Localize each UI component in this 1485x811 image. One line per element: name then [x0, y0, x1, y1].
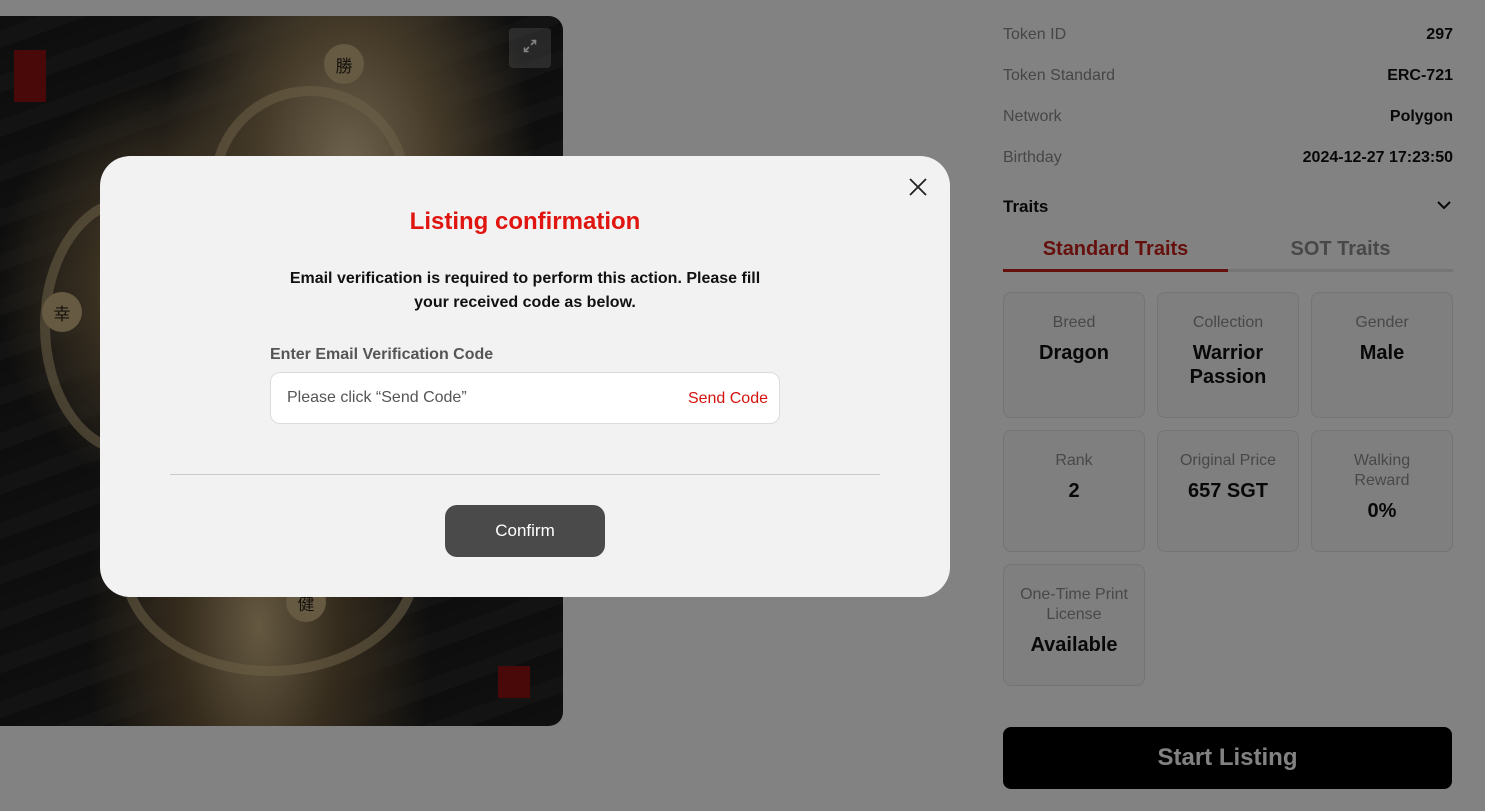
close-button[interactable] — [905, 176, 931, 202]
modal-description: Email verification is required to perfor… — [289, 270, 761, 311]
verification-code-input[interactable] — [287, 373, 667, 423]
send-code-button[interactable]: Send Code — [688, 390, 768, 408]
modal-title: Listing confirmation — [409, 208, 641, 235]
confirm-button[interactable]: Confirm — [445, 505, 605, 557]
verification-code-field: Send Code — [270, 372, 780, 424]
modal-divider — [170, 474, 880, 475]
close-icon — [908, 177, 928, 202]
verification-code-label: Enter Email Verification Code — [270, 346, 494, 363]
